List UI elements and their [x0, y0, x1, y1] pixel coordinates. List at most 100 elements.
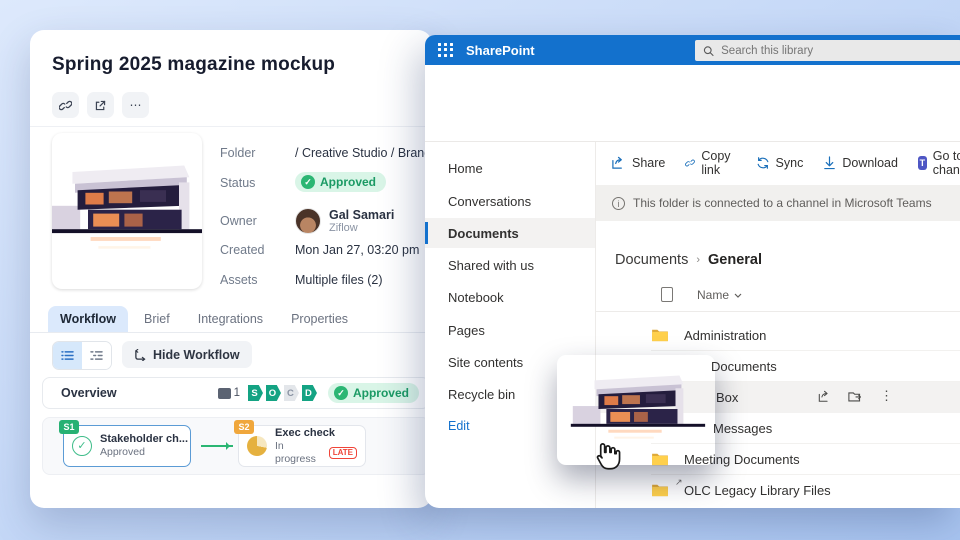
approved-badge: ✓ Approved [328, 383, 419, 403]
download-icon [823, 156, 836, 170]
stage-status: In progress LATE [275, 440, 357, 466]
file-type-column-icon[interactable] [661, 287, 673, 302]
divider [30, 332, 432, 333]
chevron-down-icon [734, 293, 742, 298]
grab-hand-cursor [591, 438, 623, 477]
workflow-stages: S1 ✓ Stakeholder ch... Approved S2 Exec … [42, 417, 430, 475]
view-toggle [52, 341, 112, 370]
avatar [295, 208, 321, 234]
share-icon[interactable] [817, 390, 832, 403]
tab-brief[interactable]: Brief [132, 306, 182, 332]
divider [595, 311, 960, 312]
nav-documents[interactable]: Documents [425, 218, 595, 248]
nav-conversations[interactable]: Conversations [425, 186, 595, 216]
meta-assets: Assets Multiple files (2) [220, 273, 383, 287]
overview-status-group: 1 S O C D ✓ Approved [218, 383, 419, 403]
owner-org: Ziflow [329, 222, 394, 234]
house-image [52, 133, 202, 289]
share-icon [611, 156, 626, 170]
teams-icon: T [918, 156, 927, 170]
sharepoint-logo[interactable]: SharePoint [466, 43, 535, 58]
hide-workflow-button[interactable]: Hide Workflow [122, 341, 252, 368]
stage-title: Exec check [275, 427, 357, 440]
tab-properties[interactable]: Properties [279, 306, 360, 332]
breadcrumb-documents[interactable]: Documents [615, 252, 688, 268]
in-progress-pie-icon [247, 436, 267, 456]
proof-tabs: Workflow Brief Integrations Properties [48, 305, 360, 332]
stage-connector-arrow [201, 445, 233, 447]
nav-shared-with-us[interactable]: Shared with us [425, 250, 595, 280]
ziflow-window: Spring 2025 magazine mockup ⋯ Folder [30, 30, 432, 508]
folder-path[interactable]: / Creative Studio / Brand re [295, 146, 446, 160]
asset-thumbnail[interactable] [52, 133, 202, 289]
folder-icon [651, 483, 669, 497]
stage-card-stakeholder[interactable]: S1 ✓ Stakeholder ch... Approved [63, 425, 191, 467]
comment-icon [218, 388, 231, 399]
nav-home[interactable]: Home [425, 153, 595, 183]
overview-row[interactable]: Overview 1 S O C D ✓ Approved [42, 377, 430, 409]
owner-name[interactable]: Gal Samari [329, 208, 394, 222]
list-header: Name Modified [595, 283, 960, 309]
status-badge: ✓Approved [295, 172, 386, 192]
tree-view-icon[interactable] [82, 342, 111, 369]
sync-button[interactable]: Sync [756, 156, 804, 170]
tab-workflow[interactable]: Workflow [48, 306, 128, 332]
sync-icon [756, 156, 770, 170]
table-row[interactable]: Administration November 23 [595, 320, 960, 351]
late-badge: LATE [329, 447, 357, 459]
export-icon[interactable] [87, 92, 114, 118]
nav-pages[interactable]: Pages [425, 315, 595, 345]
tab-integrations[interactable]: Integrations [186, 306, 275, 332]
go-to-channel-button[interactable]: T Go to channel [918, 149, 960, 177]
move-copy-icon[interactable] [848, 390, 864, 403]
house-image [557, 355, 715, 465]
folder-icon [651, 328, 669, 342]
check-icon: ✓ [334, 386, 348, 400]
share-button[interactable]: Share [611, 156, 665, 170]
desktop-background: Spring 2025 magazine mockup ⋯ Folder [0, 0, 960, 540]
list-view-icon[interactable] [53, 342, 82, 369]
column-name[interactable]: Name [697, 288, 742, 302]
nav-notebook[interactable]: Notebook [425, 282, 595, 312]
library-command-bar: Share Copy link Sync Down [611, 149, 960, 177]
stage-number-badge: S1 [59, 420, 79, 434]
copy-link-icon [685, 157, 695, 169]
dragged-asset-thumbnail[interactable] [557, 355, 715, 465]
meta-folder: Folder / Creative Studio / Brand re [220, 146, 446, 160]
divider [30, 126, 432, 127]
stage-number-badge: S2 [234, 420, 254, 434]
owner-badge: O [266, 385, 281, 401]
check-icon: ✓ [301, 175, 315, 189]
stage-card-exec[interactable]: S2 Exec check In progress LATE [238, 425, 366, 467]
workflow-subtoolbar: Hide Workflow [52, 341, 252, 370]
search-input[interactable] [721, 45, 953, 57]
approved-check-icon: ✓ [72, 436, 92, 456]
search-box[interactable] [695, 40, 960, 61]
info-icon: i [612, 197, 625, 210]
meta-owner: Owner Gal Samari Ziflow [220, 208, 394, 234]
waffle-icon[interactable] [438, 43, 453, 58]
more-icon[interactable]: ⋯ [122, 92, 149, 118]
suite-bar: SharePoint [425, 35, 960, 65]
creator-badge: C [284, 385, 299, 401]
download-button[interactable]: Download [823, 156, 898, 170]
teams-connection-banner: i This folder is connected to a channel … [596, 185, 960, 221]
meta-created: Created Mon Jan 27, 03:20 pm [220, 243, 419, 257]
proof-title: Spring 2025 magazine mockup [52, 54, 335, 76]
table-row[interactable]: ↗ OLC Legacy Library Files Yesterday at … [595, 475, 960, 506]
proof-actions-toolbar: ⋯ [52, 92, 149, 118]
overview-label: Overview [61, 386, 117, 400]
breadcrumb: Documents › General [615, 252, 762, 268]
assets-link[interactable]: Multiple files (2) [295, 273, 383, 287]
copy-link-button[interactable]: Copy link [685, 149, 735, 177]
link-icon[interactable] [52, 92, 79, 118]
shortcut-arrow-icon: ↗ [675, 477, 683, 488]
stakeholder-badge: S [248, 385, 263, 401]
workflow-icon [134, 349, 147, 361]
meta-status: Status ✓Approved [220, 176, 386, 192]
stage-status: Approved [100, 446, 188, 459]
row-actions: ⋮ [817, 389, 893, 403]
more-actions-icon[interactable]: ⋮ [880, 389, 893, 403]
comment-count: 1 [218, 387, 240, 399]
search-icon [703, 45, 714, 57]
